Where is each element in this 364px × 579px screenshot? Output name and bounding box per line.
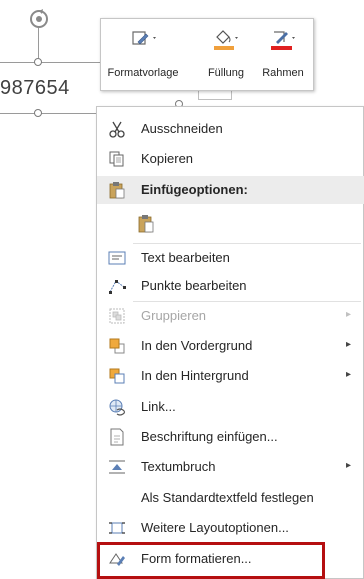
submenu-arrow-icon: ▸ xyxy=(345,369,351,380)
context-menu: Ausschneiden Kopieren Einfügeoptionen: T… xyxy=(96,106,364,579)
menu-item-label: Als Standardtextfeld festlegen xyxy=(141,490,314,505)
edit-text-icon xyxy=(108,249,126,267)
menu-item-cut[interactable]: Ausschneiden xyxy=(97,114,364,144)
copy-icon xyxy=(108,150,126,168)
menu-item-label: Link... xyxy=(141,399,176,414)
outline-button[interactable]: Rahmen xyxy=(255,23,311,87)
send-backward-icon xyxy=(108,367,126,385)
mini-toolbar: Formatvorlage Füllung Rahmen xyxy=(100,18,314,91)
menu-item-label: Ausschneiden xyxy=(141,121,223,136)
menu-item-copy[interactable]: Kopieren xyxy=(97,144,364,174)
submenu-arrow-icon: ▸ xyxy=(345,339,351,350)
link-icon xyxy=(108,398,126,416)
paste-options-header: Einfügeoptionen: xyxy=(97,176,364,204)
fill-label: Füllung xyxy=(207,67,245,79)
menu-item-edit-points[interactable]: Punkte bearbeiten xyxy=(97,271,364,301)
wrap-text-icon xyxy=(108,458,126,476)
menu-item-label: Beschriftung einfügen... xyxy=(141,429,278,444)
menu-item-insert-caption[interactable]: Beschriftung einfügen... xyxy=(97,422,364,452)
shape-style-icon xyxy=(126,27,160,53)
menu-item-more-layout-options[interactable]: Weitere Layoutoptionen... xyxy=(97,513,364,543)
shape-style-button[interactable]: Formatvorlage xyxy=(103,23,183,87)
shape-style-label: Formatvorlage xyxy=(107,67,179,79)
paste-options-label: Einfügeoptionen: xyxy=(141,182,248,197)
menu-item-bring-forward[interactable]: In den Vordergrund ▸ xyxy=(97,331,364,361)
shape-text: 987654 xyxy=(0,77,70,99)
insert-caption-icon xyxy=(108,428,126,446)
group-icon xyxy=(108,307,126,325)
highlight-box xyxy=(97,542,325,579)
menu-item-label: Weitere Layoutoptionen... xyxy=(141,520,289,535)
submenu-arrow-icon: ▸ xyxy=(345,460,351,471)
rotation-stem xyxy=(38,28,39,58)
menu-item-label: Kopieren xyxy=(141,151,194,166)
paste-option-icon xyxy=(137,214,155,233)
menu-item-wrap-text[interactable]: Textumbruch ▸ xyxy=(97,452,364,482)
outline-label: Rahmen xyxy=(262,67,304,79)
menu-item-link[interactable]: Link... xyxy=(97,392,364,422)
menu-item-set-default-textbox[interactable]: Als Standardtextfeld festlegen xyxy=(97,483,364,513)
layout-options-icon xyxy=(108,519,126,537)
menu-item-label: Punkte bearbeiten xyxy=(141,278,247,293)
fill-button[interactable]: Füllung xyxy=(199,23,253,87)
bring-forward-icon xyxy=(108,337,126,355)
menu-item-edit-text[interactable]: Text bearbeiten xyxy=(97,243,364,273)
selection-border-top xyxy=(0,62,110,63)
resize-handle[interactable] xyxy=(34,109,42,117)
outline-pen-icon xyxy=(266,27,300,53)
scissors-icon xyxy=(108,120,126,138)
menu-item-label: Gruppieren xyxy=(141,308,207,323)
menu-item-send-backward[interactable]: In den Hintergrund ▸ xyxy=(97,361,364,391)
resize-handle[interactable] xyxy=(34,58,42,66)
menu-item-label: In den Hintergrund xyxy=(141,368,249,383)
paste-icon xyxy=(108,181,126,199)
menu-item-label: Textumbruch xyxy=(141,459,216,474)
menu-item-paste-option[interactable] xyxy=(97,208,364,242)
menu-item-label: Text bearbeiten xyxy=(141,250,230,265)
menu-item-label: In den Vordergrund xyxy=(141,338,253,353)
edit-points-icon xyxy=(108,277,126,295)
fill-bucket-icon xyxy=(209,27,243,53)
rotate-handle-icon[interactable] xyxy=(28,8,50,30)
submenu-arrow-icon: ▸ xyxy=(345,309,351,320)
menu-item-group: Gruppieren ▸ xyxy=(97,301,364,331)
